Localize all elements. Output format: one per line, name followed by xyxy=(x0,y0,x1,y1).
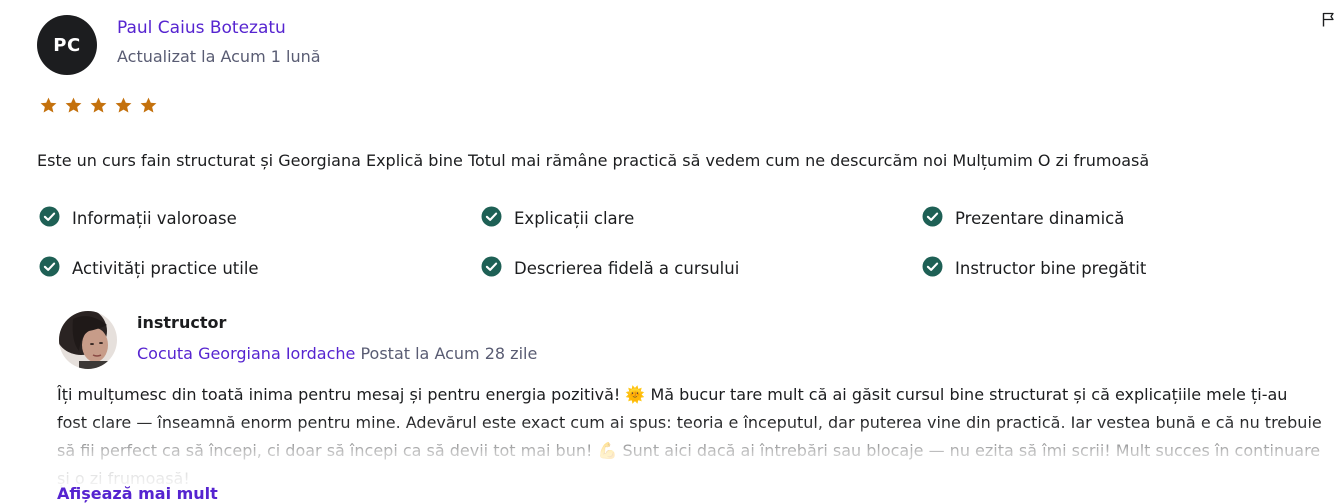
review-tag: Instructor bine pregătit xyxy=(922,256,1319,280)
review-tag: Activități practice utile xyxy=(39,256,481,280)
review-tag: Prezentare dinamică xyxy=(922,206,1319,230)
response-role: instructor xyxy=(137,313,227,332)
check-circle-icon xyxy=(922,256,943,281)
review-text: Este un curs fain structurat și Georgian… xyxy=(37,151,1150,170)
check-circle-icon xyxy=(39,206,60,231)
response-text: Îți mulțumesc din toată inima pentru mes… xyxy=(57,385,1322,488)
review-tag-label: Informații valoroase xyxy=(72,208,237,228)
review-updated-date: Actualizat la Acum 1 lună xyxy=(117,47,321,66)
review-tag: Explicații clare xyxy=(481,206,922,230)
star-icon xyxy=(89,96,108,119)
reviewer-name[interactable]: Paul Caius Botezatu xyxy=(117,18,286,38)
flag-icon[interactable] xyxy=(1322,12,1335,31)
review-tag: Descrierea fidelă a cursului xyxy=(481,256,922,280)
star-icon xyxy=(64,96,83,119)
star-icon xyxy=(139,96,158,119)
review-tag-label: Activități practice utile xyxy=(72,258,259,278)
review-tag: Informații valoroase xyxy=(39,206,481,230)
instructor-name[interactable]: Cocuta Georgiana Iordache xyxy=(137,344,355,363)
response-posted-date: Postat la Acum 28 zile xyxy=(360,344,538,363)
check-circle-icon xyxy=(481,206,502,231)
review-tag-label: Descrierea fidelă a cursului xyxy=(514,258,740,278)
review-tags: Informații valoroase Explicații clare Prez… xyxy=(39,206,1319,280)
check-circle-icon xyxy=(481,256,502,281)
review-tag-label: Prezentare dinamică xyxy=(955,208,1125,228)
star-icon xyxy=(39,96,58,119)
review-tag-label: Explicații clare xyxy=(514,208,635,228)
star-rating xyxy=(39,96,158,119)
check-circle-icon xyxy=(39,256,60,281)
instructor-avatar xyxy=(59,311,117,369)
review-tag-label: Instructor bine pregătit xyxy=(955,258,1147,278)
star-icon xyxy=(114,96,133,119)
response-meta: Cocuta Georgiana Iordache Postat la Acum… xyxy=(137,344,537,363)
reviewer-avatar: PC xyxy=(37,15,97,75)
check-circle-icon xyxy=(922,206,943,231)
